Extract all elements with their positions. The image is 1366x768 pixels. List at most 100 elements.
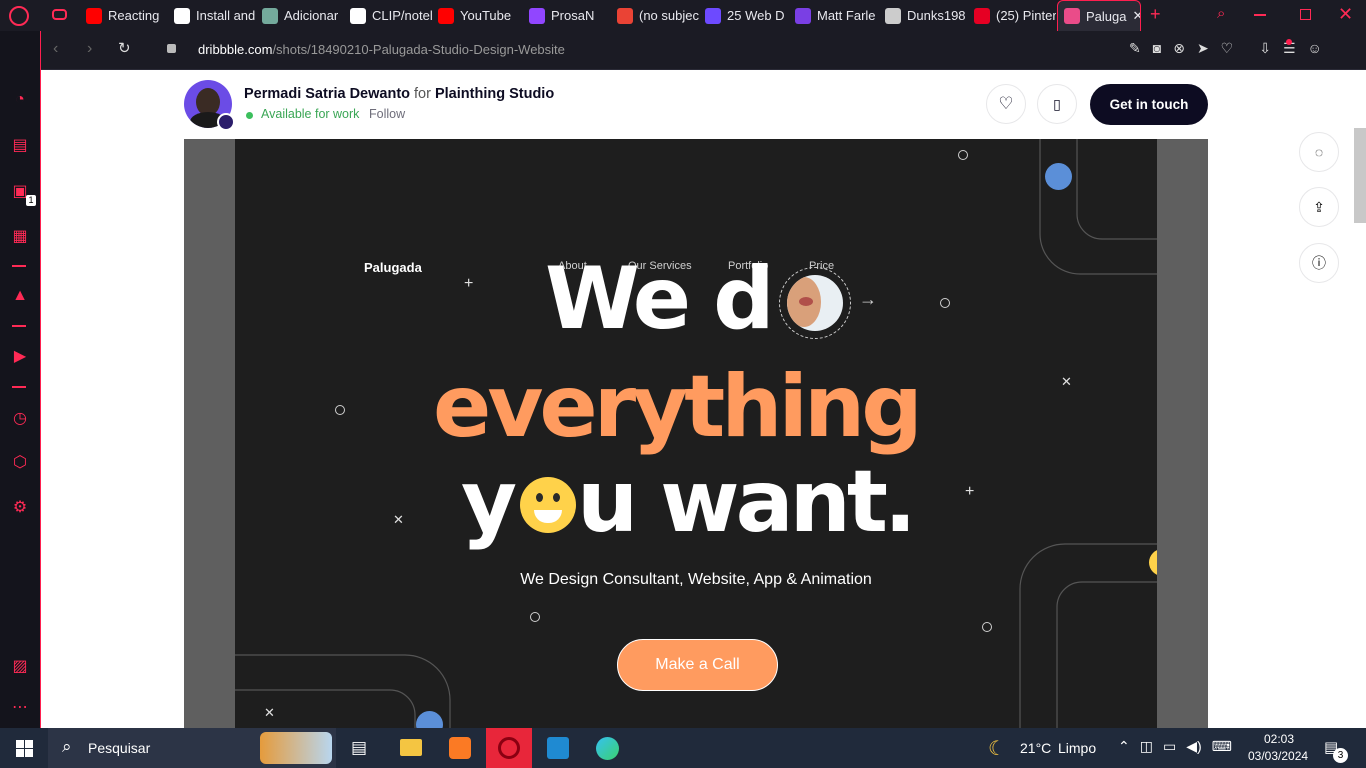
get-in-touch-button[interactable]: Get in touch (1090, 84, 1208, 125)
taskbar-search[interactable]: ⌕ Pesquisar (48, 728, 336, 768)
edge-icon[interactable] (596, 737, 619, 760)
browser-tab[interactable]: Paluga ✕ (1057, 0, 1141, 31)
share-button[interactable]: ⇪ (1299, 187, 1339, 227)
github-icon (350, 7, 366, 24)
extensions-icon[interactable]: ⬡ (10, 452, 30, 472)
tab-label: ProsaN (551, 8, 595, 23)
task-view-icon[interactable]: ▤ (351, 738, 367, 758)
dashed-ring (779, 267, 851, 339)
aria-icon[interactable]: ▲ (10, 286, 30, 306)
weather-temp[interactable]: 21°C (1020, 740, 1051, 756)
history-icon[interactable]: ◷ (10, 408, 30, 428)
team-name[interactable]: Plainthing Studio (435, 86, 554, 102)
weather-moon-icon[interactable]: ☾ (988, 736, 1006, 761)
search-placeholder: Pesquisar (88, 740, 151, 756)
like-button[interactable]: ♡ (986, 84, 1026, 124)
ring-decoration (940, 298, 950, 308)
site-icon (705, 7, 721, 24)
speed-dial-icon[interactable]: ◔ (10, 90, 30, 110)
follow-link[interactable]: Follow (369, 107, 405, 121)
address-bar-tools: ✎ ◙ ⊗ ➤ ♡ ⇩ ☰ ☺ (1129, 40, 1322, 57)
clock-date[interactable]: 03/03/2024 (1248, 749, 1308, 763)
browser-tab[interactable]: CLIP/notel (344, 0, 432, 31)
browser-tab[interactable]: YouTube (432, 0, 520, 31)
browser-tab[interactable]: ProsaN (523, 0, 609, 31)
snapshot-icon[interactable]: ✎ (1129, 40, 1141, 57)
weather-desc[interactable]: Limpo (1058, 740, 1096, 756)
download-icon[interactable]: ⇩ (1259, 40, 1271, 57)
file-explorer-icon[interactable] (400, 739, 422, 756)
volume-icon[interactable]: ◀) (1186, 738, 1201, 755)
browser-tab[interactable]: Reacting t (80, 0, 160, 31)
minimize-button[interactable] (1254, 14, 1266, 16)
reload-icon[interactable]: ↻ (118, 39, 131, 57)
url-field[interactable]: dribbble.com/shots/18490210-Palugada-Stu… (198, 42, 565, 57)
close-tab-icon[interactable]: ✕ (1132, 8, 1140, 24)
availability-text[interactable]: Available for work (261, 107, 359, 121)
browser-tab-bar: Reacting t Install and Adicionar CLIP/notel… (0, 0, 1366, 31)
shopping-icon[interactable]: ▤ (10, 135, 30, 155)
browser-tab[interactable]: Matt Farle (789, 0, 879, 31)
tab-label: CLIP/notel (372, 8, 432, 23)
browser-tab[interactable]: (25) Pinter (968, 0, 1056, 31)
new-tab-button[interactable]: + (1150, 4, 1161, 25)
gallery-icon[interactable]: ▨ (10, 656, 30, 676)
twitch-icon (529, 7, 545, 24)
browser-tab[interactable]: Adicionar (256, 0, 344, 31)
make-a-call-button: Make a Call (617, 639, 778, 691)
browser-tab[interactable]: Install and (168, 0, 256, 31)
hero-subtitle: We Design Consultant, Website, App & Ani… (520, 571, 872, 588)
more-icon[interactable]: ⋯ (10, 697, 30, 717)
close-window-button[interactable]: ✕ (1338, 4, 1353, 25)
scrollbar[interactable] (1354, 128, 1366, 223)
send-icon[interactable]: ➤ (1197, 40, 1209, 57)
team-badge-icon (217, 113, 235, 131)
sidebar-badge: 1 (26, 195, 36, 206)
clock-time[interactable]: 02:03 (1264, 732, 1294, 746)
dribbble-icon (1064, 8, 1080, 24)
network-icon[interactable]: ▭ (1163, 738, 1176, 755)
heart-icon[interactable]: ♡ (1221, 40, 1234, 57)
tab-label: Install and (196, 8, 256, 23)
web-page: Permadi Satria Dewanto for Plainthing St… (41, 70, 1366, 728)
keyboard-icon[interactable]: ⌨ (1212, 738, 1232, 755)
youtube-icon (438, 7, 454, 24)
maximize-button[interactable] (1300, 9, 1311, 20)
profile-icon[interactable]: ☺ (1308, 40, 1322, 57)
browser-tab[interactable]: Dunks198 (879, 0, 969, 31)
site-icon (885, 7, 901, 24)
browser-tab[interactable]: (no subjec (611, 0, 699, 31)
info-button[interactable]: ⓘ (1299, 243, 1339, 283)
availability-dot-icon (246, 112, 253, 119)
chevron-up-icon[interactable]: ⌃ (1118, 738, 1130, 755)
cross-decoration: ✕ (264, 705, 275, 720)
camera-icon[interactable]: ◙ (1153, 40, 1161, 57)
adblock-icon[interactable]: ⊗ (1173, 40, 1185, 57)
author-name[interactable]: Permadi Satria Dewanto (244, 86, 410, 102)
browser-tab[interactable]: 25 Web D (699, 0, 787, 31)
meet-icon[interactable]: ◫ (1140, 738, 1153, 755)
xampp-icon[interactable] (449, 737, 471, 759)
opera-taskbar-icon[interactable] (486, 728, 532, 768)
opera-logo-icon[interactable] (9, 6, 29, 26)
url-path: /shots/18490210-Palugada-Studio-Design-W… (272, 42, 565, 57)
palugada-logo: Palugada (364, 260, 422, 275)
comment-button[interactable]: ◌ (1299, 132, 1339, 172)
tab-label: 25 Web D (727, 8, 785, 23)
blue-dot (1045, 163, 1072, 190)
windows-start-icon[interactable] (16, 740, 33, 757)
workspaces-icon[interactable] (52, 9, 67, 20)
player-icon[interactable]: ▶ (10, 346, 30, 366)
back-icon[interactable]: ‹ (53, 40, 58, 58)
forward-icon[interactable]: › (87, 40, 92, 58)
chip-icon[interactable]: ▦ (10, 226, 30, 246)
plus-decoration: + (464, 275, 474, 292)
vscode-icon[interactable] (547, 737, 569, 759)
search-tabs-icon[interactable]: ⌕ (1217, 5, 1225, 22)
save-button[interactable]: ▯ (1037, 84, 1077, 124)
download-dot-icon (1286, 39, 1292, 45)
notification-count: 3 (1333, 748, 1348, 763)
url-domain: dribbble.com (198, 42, 273, 57)
plus-decoration: + (965, 483, 975, 500)
settings-icon[interactable]: ⚙ (10, 497, 30, 517)
